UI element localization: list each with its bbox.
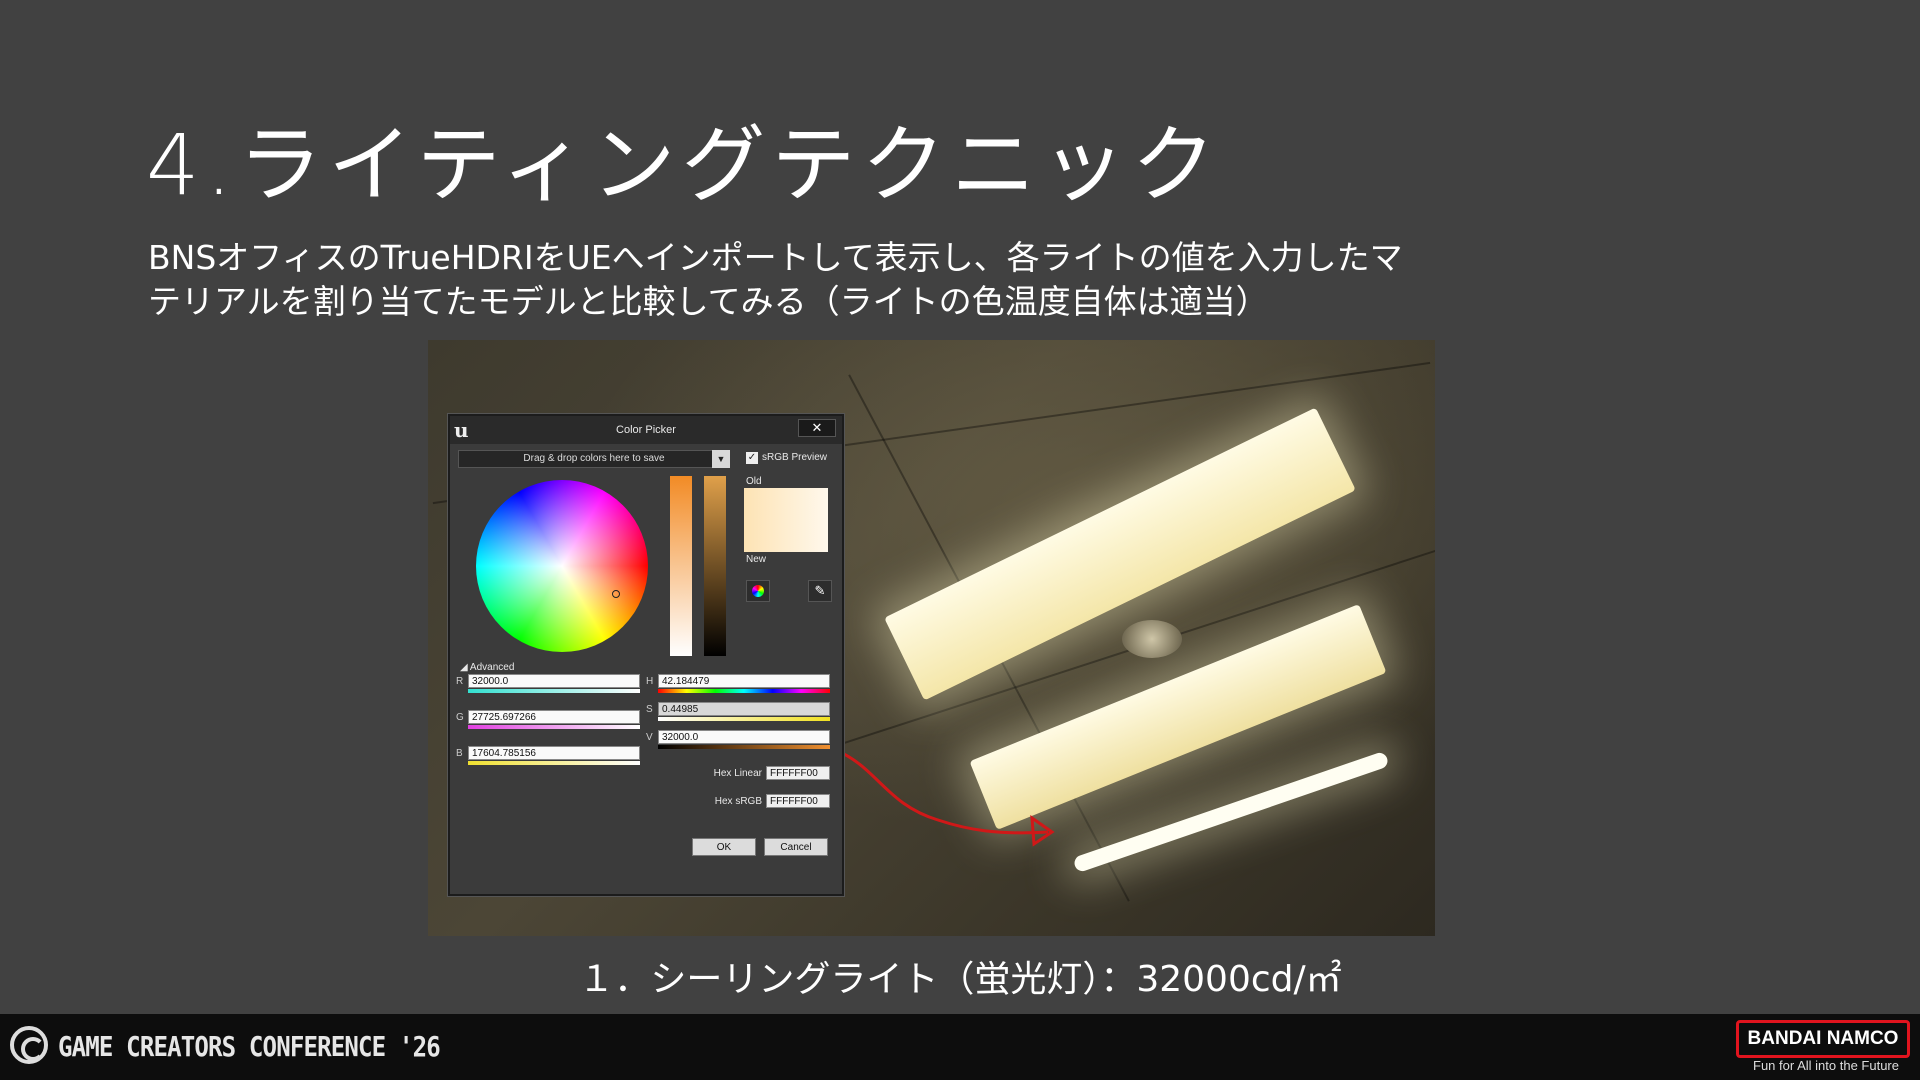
hex-linear-label: Hex Linear (713, 768, 762, 779)
color-wheel-cursor[interactable] (612, 590, 620, 598)
slide-caption: １．シーリングライト（蛍光灯）：32000cd/㎡ (578, 959, 1342, 1000)
r-channel-input[interactable]: 32000.0 (468, 674, 640, 688)
advanced-section-toggle[interactable]: ◢ Advanced (460, 662, 514, 673)
r-channel-bar (468, 689, 640, 693)
h-channel-input[interactable]: 42.184479 (658, 674, 830, 688)
picker-titlebar[interactable]: u Color Picker ✕ (450, 416, 842, 444)
g-channel-label: G (456, 712, 464, 723)
slide-body: BNSオフィスのTrueHDRIをUEへインポートして表示し、各ライトの値を入力… (148, 236, 1508, 324)
ok-button[interactable]: OK (692, 838, 756, 856)
s-channel-bar (658, 717, 830, 721)
new-color-label: New (746, 554, 767, 565)
body-line-2: テリアルを割り当てたモデルと比較してみる（ライトの色温度自体は適当） (148, 282, 1269, 321)
conference-name: GAME CREATORS CONFERENCE '26 (58, 1030, 441, 1063)
old-color-label: Old (746, 476, 762, 487)
h-channel-label: H (646, 676, 654, 687)
v-channel-bar (658, 745, 830, 749)
saved-colors-dropdown[interactable]: Drag & drop colors here to save (458, 450, 730, 468)
s-channel-input[interactable]: 0.44985 (658, 702, 830, 716)
color-wheel-icon (752, 585, 764, 597)
body-line-1: BNSオフィスのTrueHDRIをUEへインポートして表示し、各ライトの値を入力… (148, 238, 1403, 277)
bandai-namco-logo: BANDAI NAMCO (1736, 1020, 1910, 1058)
s-channel-label: S (646, 704, 653, 715)
r-channel-label: R (456, 676, 464, 687)
g-channel-input[interactable]: 27725.697266 (468, 710, 640, 724)
color-wheel-mode-button[interactable] (746, 580, 770, 602)
srgb-preview-checkbox[interactable]: ✓ (746, 452, 758, 464)
eyedropper-icon[interactable]: ✎ (808, 580, 832, 602)
srgb-preview-label: sRGB Preview (762, 452, 828, 463)
hex-srgb-label: Hex sRGB (714, 796, 762, 807)
b-channel-bar (468, 761, 640, 765)
h-channel-bar (658, 689, 830, 693)
b-channel-input[interactable]: 17604.785156 (468, 746, 640, 760)
v-channel-label: V (646, 732, 653, 743)
cancel-button[interactable]: Cancel (764, 838, 828, 856)
g-channel-bar (468, 725, 640, 729)
picker-title: Color Picker (616, 424, 676, 436)
hex-linear-input[interactable]: FFFFFF00 (766, 766, 830, 780)
close-button[interactable]: ✕ (798, 419, 836, 437)
color-preview-swatch (744, 488, 828, 552)
v-channel-input[interactable]: 32000.0 (658, 730, 830, 744)
value-slider[interactable] (704, 476, 726, 656)
slide-title: 4.ライティングテクニック (146, 116, 1222, 214)
footer-bar: GAME CREATORS CONFERENCE '26 (0, 1014, 1920, 1080)
color-picker-dialog: u Color Picker ✕ Drag & drop colors here… (448, 414, 844, 896)
chevron-down-icon[interactable]: ▼ (712, 450, 730, 468)
color-wheel[interactable] (476, 480, 648, 652)
b-channel-label: B (456, 748, 463, 759)
saturation-slider[interactable] (670, 476, 692, 656)
hex-srgb-input[interactable]: FFFFFF00 (766, 794, 830, 808)
brand-tagline: Fun for All into the Future (1753, 1058, 1899, 1073)
conference-logo-icon (10, 1026, 48, 1064)
